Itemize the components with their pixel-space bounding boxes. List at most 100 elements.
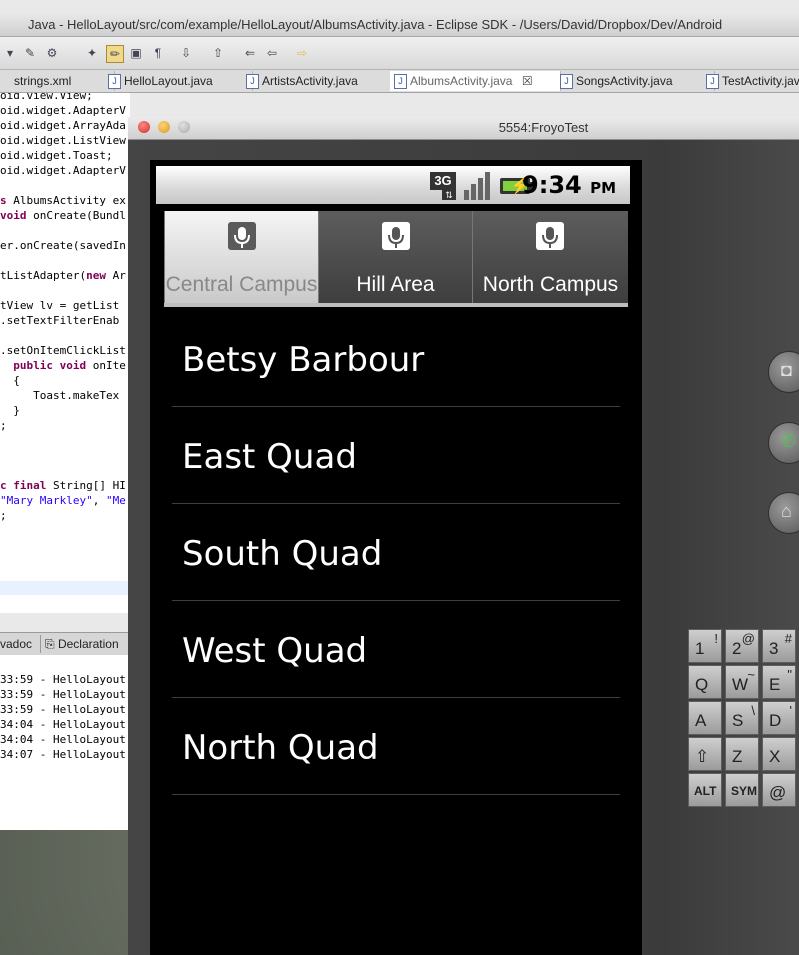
key-label: 2: [732, 639, 742, 658]
editor-tab-strings-xml[interactable]: strings.xml: [0, 71, 115, 91]
code-line: "Mary Markley", "Me: [0, 494, 126, 507]
list-item-east-quad[interactable]: East Quad: [172, 407, 620, 504]
block-selection-icon[interactable]: ▣: [128, 45, 144, 61]
open-type-icon[interactable]: ✎: [22, 45, 38, 61]
key-label: W: [732, 675, 749, 694]
list-item-label: North Quad: [182, 728, 379, 768]
key-label: 3: [769, 639, 779, 658]
status-time-value: 9:34: [522, 171, 582, 199]
eclipse-window-title: Java - HelloLayout/src/com/example/Hello…: [28, 17, 723, 32]
key-label: @: [769, 783, 787, 802]
declaration-icon: ⎘: [45, 637, 58, 651]
forward-icon[interactable]: ⇨: [294, 45, 310, 61]
key-label: SYM: [731, 784, 758, 798]
tab-label: Central Campus: [165, 273, 318, 296]
key-shift[interactable]: ⇧: [688, 737, 722, 771]
code-line: public void onIte: [13, 359, 126, 372]
emulator-keyboard: 1! 2 @3 # Q W ~ E " A S \ D ' ⇧ Z X ALT SYM @: [688, 629, 799, 807]
tab-declaration[interactable]: ⎘ Declaration: [40, 635, 119, 653]
home-button[interactable]: ⌂: [768, 492, 799, 534]
eclipse-toolbar: ▾ ✎ ⚙ ✦ ✏ ▣ ¶ ⇩ ⇧ ⇐ ⇦ ⇨: [0, 37, 799, 70]
show-whitespace-icon[interactable]: ¶: [150, 45, 166, 61]
key-alt-label: ": [787, 667, 792, 682]
key-alt[interactable]: ALT: [688, 773, 722, 807]
signal-strength-icon: [462, 170, 494, 200]
tab-widget: Central Campus Hill Area North Campus: [164, 211, 628, 307]
tab-label: strings.xml: [14, 74, 72, 88]
console-line: 34:07 - HelloLayout: [0, 748, 126, 761]
key-a[interactable]: A: [688, 701, 722, 735]
key-label: 1: [695, 639, 705, 658]
list-item-label: East Quad: [182, 437, 357, 477]
mark-occurrences-icon[interactable]: ✏: [106, 45, 124, 63]
key-alt-label: @: [741, 631, 755, 646]
annotation-icon[interactable]: ✦: [84, 45, 100, 61]
tab-label: Hill Area: [356, 273, 435, 296]
console-line: 33:59 - HelloLayout: [0, 703, 126, 716]
key-label: Q: [695, 675, 709, 694]
tab-label: AlbumsActivity.java: [410, 74, 513, 88]
code-line: void onCreate(Bundl: [0, 209, 126, 222]
microphone-icon: [382, 222, 410, 250]
status-clock: 9:34 PM: [522, 171, 616, 199]
tab-north-campus[interactable]: North Campus: [472, 211, 628, 303]
key-@[interactable]: @: [762, 773, 796, 807]
code-line: .setTextFilterEnab: [0, 314, 120, 327]
back-icon[interactable]: ⇦: [264, 45, 280, 61]
key-w[interactable]: W ~: [725, 665, 759, 699]
close-tab-icon[interactable]: ☒: [522, 74, 533, 88]
key-q[interactable]: Q: [688, 665, 722, 699]
tab-hill-area[interactable]: Hill Area: [318, 211, 472, 303]
phone-screen: 3G ⇅ ⚡ 9:34 PM Central Campus Hill Area …: [150, 160, 642, 955]
last-edit-icon[interactable]: ⇐: [242, 45, 258, 61]
search-icon[interactable]: ⚙: [44, 45, 60, 61]
key-3[interactable]: 3 #: [762, 629, 796, 663]
tab-label: TestActivity.java: [722, 74, 799, 88]
code-line: tView lv = getList: [0, 299, 120, 312]
code-line: Toast.makeTex: [0, 389, 120, 402]
list-item-betsy-barbour[interactable]: Betsy Barbour: [172, 310, 620, 407]
list-item-south-quad[interactable]: South Quad: [172, 504, 620, 601]
key-e[interactable]: E ": [762, 665, 796, 699]
code-line: oid.widget.Toast;: [0, 149, 113, 162]
key-label: X: [769, 747, 781, 766]
phone-icon: ✆: [781, 431, 797, 451]
code-line: {: [0, 374, 20, 387]
editor-tab-artistsactivity[interactable]: J ArtistsActivity.java: [242, 71, 401, 91]
java-file-icon: J: [706, 74, 719, 89]
key-d[interactable]: D ': [762, 701, 796, 735]
key-sym[interactable]: SYM: [725, 773, 759, 807]
home-icon: ⌂: [781, 501, 792, 521]
emulator-title: 5554:FroyoTest: [498, 120, 589, 135]
previous-annotation-icon[interactable]: ⇧: [210, 45, 226, 61]
editor-tab-songsactivity[interactable]: J SongsActivity.java: [556, 71, 715, 91]
key-label: D: [769, 711, 782, 730]
camera-button[interactable]: ◘: [768, 351, 799, 393]
editor-tab-hellolayout[interactable]: J HelloLayout.java: [104, 71, 253, 91]
editor-tab-albumsactivity[interactable]: J AlbumsActivity.java ☒: [390, 71, 561, 91]
java-file-icon: J: [246, 74, 259, 89]
list-item-west-quad[interactable]: West Quad: [172, 601, 620, 698]
bottom-panel-tab-bar: vadoc ⎘ Declaration: [0, 632, 130, 656]
tab-javadoc[interactable]: vadoc: [0, 635, 32, 653]
key-1[interactable]: 1!: [688, 629, 722, 663]
key-s[interactable]: S \: [725, 701, 759, 735]
next-annotation-icon[interactable]: ⇩: [178, 45, 194, 61]
key-alt-label: ': [789, 703, 792, 718]
code-line: c final String[] HI: [0, 479, 126, 492]
list-item-north-quad[interactable]: North Quad: [172, 698, 620, 795]
editor-tab-testactivity[interactable]: J TestActivity.java: [702, 71, 799, 91]
toolbar-dropdown-icon[interactable]: ▾: [2, 45, 18, 61]
key-2[interactable]: 2 @: [725, 629, 759, 663]
call-button[interactable]: ✆: [768, 422, 799, 464]
tab-central-campus[interactable]: Central Campus: [164, 211, 318, 303]
code-line: oid.widget.ListView: [0, 134, 126, 147]
key-x[interactable]: X: [762, 737, 796, 771]
code-editor[interactable]: oid.view.View; oid.widget.AdapterV oid.wid…: [0, 93, 130, 613]
emulator-title-bar: 5554:FroyoTest: [128, 117, 799, 140]
key-label: A: [695, 711, 707, 730]
dorm-list: Betsy Barbour East Quad South Quad West …: [172, 310, 620, 795]
code-line: oid.widget.AdapterV: [0, 104, 126, 117]
key-z[interactable]: Z: [725, 737, 759, 771]
key-alt-label: !: [714, 631, 718, 646]
